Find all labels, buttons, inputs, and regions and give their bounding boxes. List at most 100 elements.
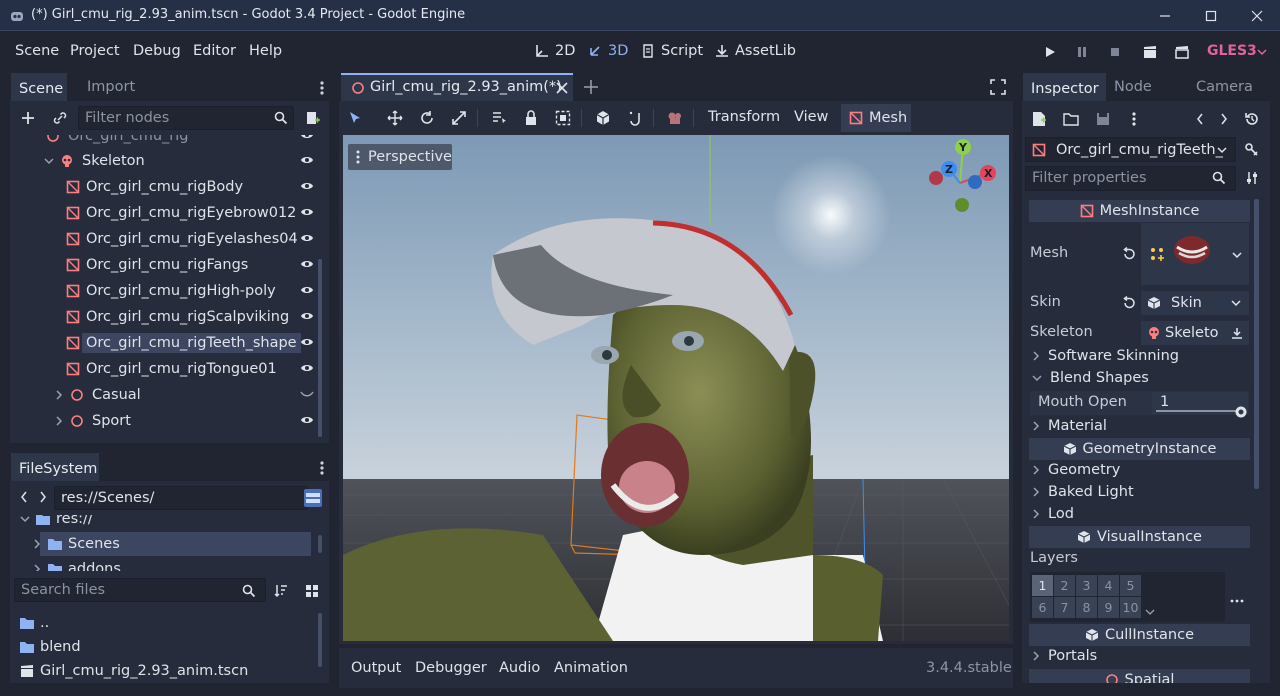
filter-properties-input[interactable]: Filter properties bbox=[1025, 166, 1236, 191]
distraction-free-icon[interactable] bbox=[990, 79, 1006, 95]
geometry-group[interactable]: Geometry bbox=[1032, 462, 1120, 478]
cullinstance-header[interactable]: CullInstance bbox=[1029, 624, 1250, 646]
tab-debugger[interactable]: Debugger bbox=[415, 660, 487, 676]
tree-row-mesh[interactable]: Orc_girl_cmu_rigTongue01 bbox=[66, 356, 314, 382]
mesh-menu[interactable]: Mesh bbox=[841, 104, 911, 132]
history-back-icon[interactable] bbox=[1194, 111, 1206, 127]
add-node-icon[interactable] bbox=[20, 110, 36, 126]
scene-tab[interactable]: Girl_cmu_rig_2.93_anim(*) bbox=[341, 73, 573, 101]
history-forward-icon[interactable] bbox=[1218, 111, 1230, 127]
object-selector[interactable]: Orc_girl_cmu_rigTeeth_ bbox=[1025, 137, 1236, 162]
scene-dock-menu-icon[interactable] bbox=[315, 79, 329, 97]
revert-skin-icon[interactable] bbox=[1121, 295, 1137, 311]
baked-light-group[interactable]: Baked Light bbox=[1032, 484, 1134, 500]
layer-1-toggle[interactable]: 1 bbox=[1032, 575, 1053, 596]
new-resource-icon[interactable] bbox=[1031, 111, 1047, 127]
save-icon[interactable] bbox=[1095, 111, 1111, 127]
stop-button[interactable] bbox=[1107, 44, 1123, 60]
tree-row-mesh[interactable]: Orc_girl_cmu_rigHigh-poly bbox=[66, 278, 314, 304]
layer-9-toggle[interactable]: 9 bbox=[1098, 597, 1119, 618]
select-tool-icon[interactable] bbox=[347, 110, 363, 126]
layer-2-toggle[interactable]: 2 bbox=[1054, 575, 1075, 596]
tree-row-skeleton[interactable]: Skeleton bbox=[44, 148, 314, 174]
path-input[interactable]: res://Scenes/ bbox=[54, 486, 308, 510]
tree-row-scenes[interactable]: Scenes bbox=[32, 531, 120, 557]
object-properties-icon[interactable] bbox=[1242, 140, 1260, 158]
workspace-assetlib-button[interactable]: AssetLib bbox=[714, 43, 796, 59]
tree-row-addons[interactable]: addons bbox=[32, 556, 121, 571]
file-row-parent[interactable]: .. bbox=[20, 610, 49, 636]
maximize-button[interactable] bbox=[1188, 0, 1234, 31]
settings-sliders-icon[interactable] bbox=[1244, 170, 1260, 186]
meshinstance-header[interactable]: MeshInstance bbox=[1029, 200, 1250, 222]
tab-node[interactable]: Node bbox=[1106, 73, 1156, 101]
rotate-tool-icon[interactable] bbox=[419, 110, 435, 126]
file-row-scene[interactable]: Girl_cmu_rig_2.93_anim.tscn bbox=[20, 658, 248, 683]
material-group[interactable]: Material bbox=[1032, 418, 1107, 434]
mouth-open-slider[interactable]: 1 bbox=[1152, 392, 1248, 418]
filter-nodes-input[interactable]: Filter nodes bbox=[78, 106, 294, 130]
lod-group[interactable]: Lod bbox=[1032, 506, 1074, 522]
perspective-menu[interactable]: Perspective bbox=[348, 144, 452, 170]
inspector-menu-icon[interactable] bbox=[1127, 109, 1141, 129]
menu-help[interactable]: Help bbox=[249, 43, 282, 59]
tree-row-mesh-selected[interactable]: Orc_girl_cmu_rigTeeth_shape bbox=[66, 330, 314, 356]
scale-tool-icon[interactable] bbox=[451, 110, 467, 126]
pause-button[interactable] bbox=[1074, 44, 1090, 60]
tab-audio[interactable]: Audio bbox=[499, 660, 540, 676]
file-row-blend[interactable]: blend bbox=[20, 634, 81, 660]
sort-icon[interactable] bbox=[273, 583, 289, 599]
tab-scene[interactable]: Scene bbox=[11, 73, 67, 101]
software-skinning-group[interactable]: Software Skinning bbox=[1032, 348, 1179, 364]
visualinstance-header[interactable]: VisualInstance bbox=[1029, 526, 1250, 548]
renderer-select[interactable]: GLES3 bbox=[1207, 43, 1257, 59]
tab-filesystem[interactable]: FileSystem bbox=[11, 453, 99, 481]
tab-import[interactable]: Import bbox=[79, 73, 145, 101]
layers-menu-icon[interactable] bbox=[1230, 596, 1246, 606]
tree-row-res[interactable]: res:// bbox=[20, 515, 93, 532]
add-tab-icon[interactable] bbox=[583, 79, 599, 95]
inspector-scrollbar[interactable] bbox=[1254, 199, 1259, 489]
tab-inspector[interactable]: Inspector bbox=[1023, 73, 1106, 101]
layer-7-toggle[interactable]: 7 bbox=[1054, 597, 1075, 618]
view-menu[interactable]: View bbox=[794, 109, 828, 125]
group-icon[interactable] bbox=[555, 110, 571, 126]
menu-scene[interactable]: Scene bbox=[15, 43, 59, 59]
transform-menu[interactable]: Transform bbox=[708, 109, 780, 125]
history-icon[interactable] bbox=[1244, 111, 1260, 127]
tree-row-mesh[interactable]: Orc_girl_cmu_rigEyebrow012 bbox=[66, 200, 314, 226]
geometryinstance-header[interactable]: GeometryInstance bbox=[1029, 438, 1250, 460]
split-view-icon[interactable] bbox=[304, 489, 322, 507]
tree-row-orc-girl[interactable]: Orc_girl_cmu_rig bbox=[46, 135, 314, 149]
tree-row-sport[interactable]: Sport bbox=[54, 408, 314, 434]
spatial-header[interactable]: Spatial bbox=[1029, 669, 1250, 683]
skin-resource-picker[interactable]: Skin bbox=[1141, 291, 1249, 315]
tab-camera[interactable]: Camera bbox=[1188, 73, 1264, 101]
link-icon[interactable] bbox=[52, 110, 68, 126]
play-button[interactable] bbox=[1042, 44, 1058, 60]
local-space-icon[interactable] bbox=[595, 110, 611, 126]
skeleton-nodepath-picker[interactable]: Skeleto bbox=[1141, 321, 1249, 345]
mesh-resource-picker[interactable] bbox=[1141, 223, 1249, 285]
lock-icon[interactable] bbox=[523, 110, 539, 126]
snap-icon[interactable] bbox=[627, 110, 643, 126]
3d-viewport[interactable]: Y X Z Perspective bbox=[343, 135, 1009, 641]
layer-4-toggle[interactable]: 4 bbox=[1098, 575, 1119, 596]
revert-mesh-icon[interactable] bbox=[1121, 246, 1137, 262]
menu-project[interactable]: Project bbox=[70, 43, 120, 59]
play-custom-scene-button[interactable] bbox=[1174, 44, 1190, 60]
menu-editor[interactable]: Editor bbox=[193, 43, 236, 59]
file-list-scrollbar[interactable] bbox=[318, 613, 322, 667]
open-folder-icon[interactable] bbox=[1063, 111, 1079, 127]
close-window-button[interactable] bbox=[1234, 0, 1280, 31]
tree-row-mesh[interactable]: Orc_girl_cmu_rigFangs bbox=[66, 252, 314, 278]
preview-camera-icon[interactable] bbox=[667, 110, 683, 126]
layer-3-toggle[interactable]: 3 bbox=[1076, 575, 1097, 596]
tree-row-casual[interactable]: Casual bbox=[54, 382, 314, 408]
list-select-icon[interactable] bbox=[491, 110, 507, 126]
tab-animation[interactable]: Animation bbox=[554, 660, 628, 676]
layer-5-toggle[interactable]: 5 bbox=[1120, 575, 1141, 596]
layer-8-toggle[interactable]: 8 bbox=[1076, 597, 1097, 618]
scene-tree-scrollbar[interactable] bbox=[318, 259, 322, 437]
move-tool-icon[interactable] bbox=[387, 110, 403, 126]
